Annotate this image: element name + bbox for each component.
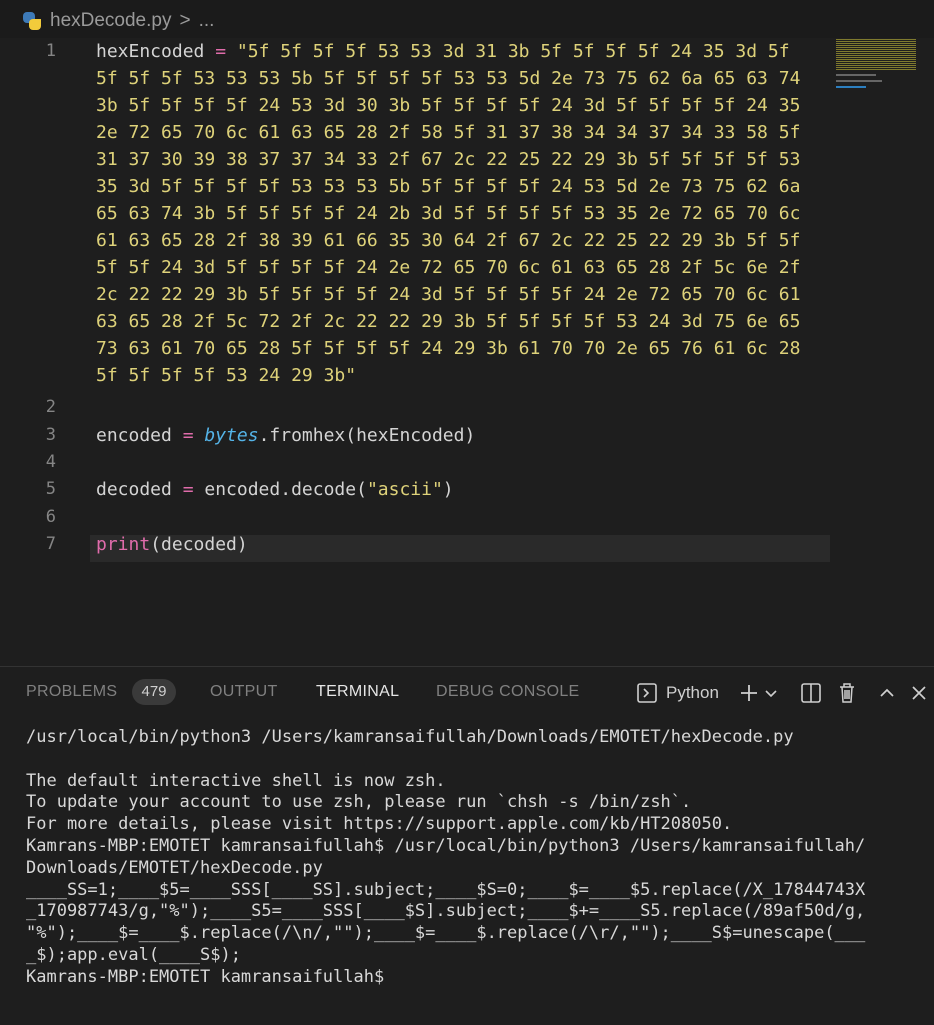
terminal-shell-selector[interactable]: Python	[636, 679, 719, 707]
code-line[interactable]: 7 print(decoded)	[0, 531, 934, 558]
code-text: print(decoded)	[96, 531, 248, 558]
string-literal: 5f 5f 5f 5f 53 24 29 3b"	[96, 365, 357, 386]
bottom-panel: PROBLEMS 479 OUTPUT TERMINAL DEBUG CONSO…	[0, 666, 934, 1025]
code-text: decoded = encoded.decode("ascii")	[96, 476, 454, 503]
line-number: 5	[45, 479, 56, 500]
operator: =	[171, 479, 205, 501]
string-literal: 2c 22 22 29 3b 5f 5f 5f 5f 24 3d 5f 5f 5…	[96, 284, 801, 305]
code-text: encoded = bytes.fromhex(hexEncoded)	[96, 422, 475, 449]
code-row: 31 37 30 39 38 37 37 34 33 2f 67 2c 22 2…	[96, 146, 800, 173]
line-number: 3	[45, 424, 56, 445]
tab-terminal[interactable]: TERMINAL	[316, 683, 399, 701]
builtin-function: print	[96, 534, 151, 556]
code-token: encoded.decode(	[204, 479, 367, 501]
code-line[interactable]: 4	[0, 449, 934, 476]
breadcrumb-bar: hexDecode.py > ...	[0, 0, 934, 38]
code-row: 63 65 28 2f 5c 72 2f 2c 22 22 29 3b 5f 5…	[96, 308, 800, 335]
string-literal: 3b 5f 5f 5f 5f 24 53 3d 30 3b 5f 5f 5f 5…	[96, 95, 801, 116]
plus-icon[interactable]	[736, 679, 762, 707]
operator: =	[171, 424, 205, 446]
code-token: .fromhex(hexEncoded)	[258, 424, 476, 446]
string-literal: 63 65 28 2f 5c 72 2f 2c 22 22 29 3b 5f 5…	[96, 311, 801, 332]
string-literal: 65 63 74 3b 5f 5f 5f 5f 24 2b 3d 5f 5f 5…	[96, 203, 801, 224]
problems-count-badge: 479	[132, 679, 176, 705]
string-literal: 2e 72 65 70 6c 61 63 65 28 2f 58 5f 31 3…	[96, 122, 801, 143]
builtin-keyword: bytes	[204, 424, 259, 446]
code-line[interactable]: 1 hexEncoded = "5f 5f 5f 5f 53 53 3d 31 3…	[0, 38, 934, 386]
line-number: 4	[45, 452, 56, 472]
tab-problems[interactable]: PROBLEMS	[26, 683, 117, 701]
line-number: 1	[45, 41, 56, 61]
string-literal: 73 63 61 70 65 28 5f 5f 5f 5f 24 29 3b 6…	[96, 338, 801, 359]
code-row: 3b 5f 5f 5f 5f 24 53 3d 30 3b 5f 5f 5f 5…	[96, 92, 800, 119]
code-row: 61 63 65 28 2f 38 39 61 66 35 30 64 2f 6…	[96, 227, 800, 254]
code-line[interactable]: 3 encoded = bytes.fromhex(hexEncoded)	[0, 422, 934, 449]
string-literal: 35 3d 5f 5f 5f 5f 53 53 53 5b 5f 5f 5f 5…	[96, 176, 801, 197]
code-row: 5f 5f 24 3d 5f 5f 5f 5f 24 2e 72 65 70 6…	[96, 254, 800, 281]
string-literal: 61 63 65 28 2f 38 39 61 66 35 30 64 2f 6…	[96, 230, 801, 251]
string-literal: 5f 5f 24 3d 5f 5f 5f 5f 24 2e 72 65 70 6…	[96, 257, 801, 278]
code-line[interactable]: 6	[0, 504, 934, 531]
operator: =	[204, 41, 237, 62]
code-token: )	[442, 479, 454, 501]
code-line[interactable]: 2	[0, 394, 934, 421]
code-row: 73 63 61 70 65 28 5f 5f 5f 5f 24 29 3b 6…	[96, 335, 800, 362]
minimap[interactable]	[836, 38, 922, 98]
panel-tabs: PROBLEMS 479 OUTPUT TERMINAL DEBUG CONSO…	[0, 667, 934, 721]
breadcrumb-separator: >	[179, 10, 191, 31]
variable-name: encoded	[96, 424, 172, 446]
code-row: 2e 72 65 70 6c 61 63 65 28 2f 58 5f 31 3…	[96, 119, 800, 146]
line-number: 6	[45, 506, 56, 527]
terminal-icon	[637, 683, 657, 703]
variable-name: hexEncoded	[96, 41, 205, 62]
terminal-output[interactable]: /usr/local/bin/python3 /Users/kamransaif…	[26, 727, 926, 989]
shell-label: Python	[666, 683, 719, 702]
code-row: 5f 5f 5f 53 53 53 5b 5f 5f 5f 5f 53 53 5…	[96, 65, 800, 92]
code-line[interactable]: 5 decoded = encoded.decode("ascii")	[0, 476, 934, 503]
string-literal: "ascii"	[366, 479, 443, 501]
string-literal: 31 37 30 39 38 37 37 34 33 2f 67 2c 22 2…	[96, 149, 801, 170]
breadcrumb[interactable]: hexDecode.py > ...	[22, 10, 214, 32]
chevron-up-icon[interactable]	[874, 679, 900, 707]
code-text: hexEncoded = "5f 5f 5f 5f 53 53 3d 31 3b…	[96, 38, 800, 389]
string-literal: 5f 5f 5f 53 53 53 5b 5f 5f 5f 5f 53 53 5…	[96, 68, 801, 89]
close-icon[interactable]	[906, 679, 932, 707]
code-row: 35 3d 5f 5f 5f 5f 53 53 53 5b 5f 5f 5f 5…	[96, 173, 800, 200]
trash-icon[interactable]	[834, 679, 860, 707]
line-number: 7	[45, 534, 56, 555]
code-row: 5f 5f 5f 5f 53 24 29 3b"	[96, 362, 800, 389]
tab-debug-console[interactable]: DEBUG CONSOLE	[436, 683, 580, 701]
code-row: hexEncoded = "5f 5f 5f 5f 53 53 3d 31 3b…	[96, 38, 800, 65]
code-token: (decoded)	[150, 534, 248, 556]
tab-output[interactable]: OUTPUT	[210, 683, 278, 701]
split-icon[interactable]	[798, 679, 824, 707]
breadcrumb-more[interactable]: ...	[199, 10, 215, 32]
python-file-icon	[22, 11, 42, 31]
line-number: 2	[45, 397, 56, 418]
variable-name: decoded	[96, 479, 172, 501]
breadcrumb-file[interactable]: hexDecode.py	[50, 10, 171, 32]
code-editor[interactable]: 1 hexEncoded = "5f 5f 5f 5f 53 53 3d 31 3…	[0, 38, 934, 666]
code-row: 2c 22 22 29 3b 5f 5f 5f 5f 24 3d 5f 5f 5…	[96, 281, 800, 308]
string-literal: "5f 5f 5f 5f 53 53 3d 31 3b 5f 5f 5f 5f …	[236, 41, 790, 62]
chevron-down-icon[interactable]	[762, 679, 780, 707]
code-row: 65 63 74 3b 5f 5f 5f 5f 24 2b 3d 5f 5f 5…	[96, 200, 800, 227]
